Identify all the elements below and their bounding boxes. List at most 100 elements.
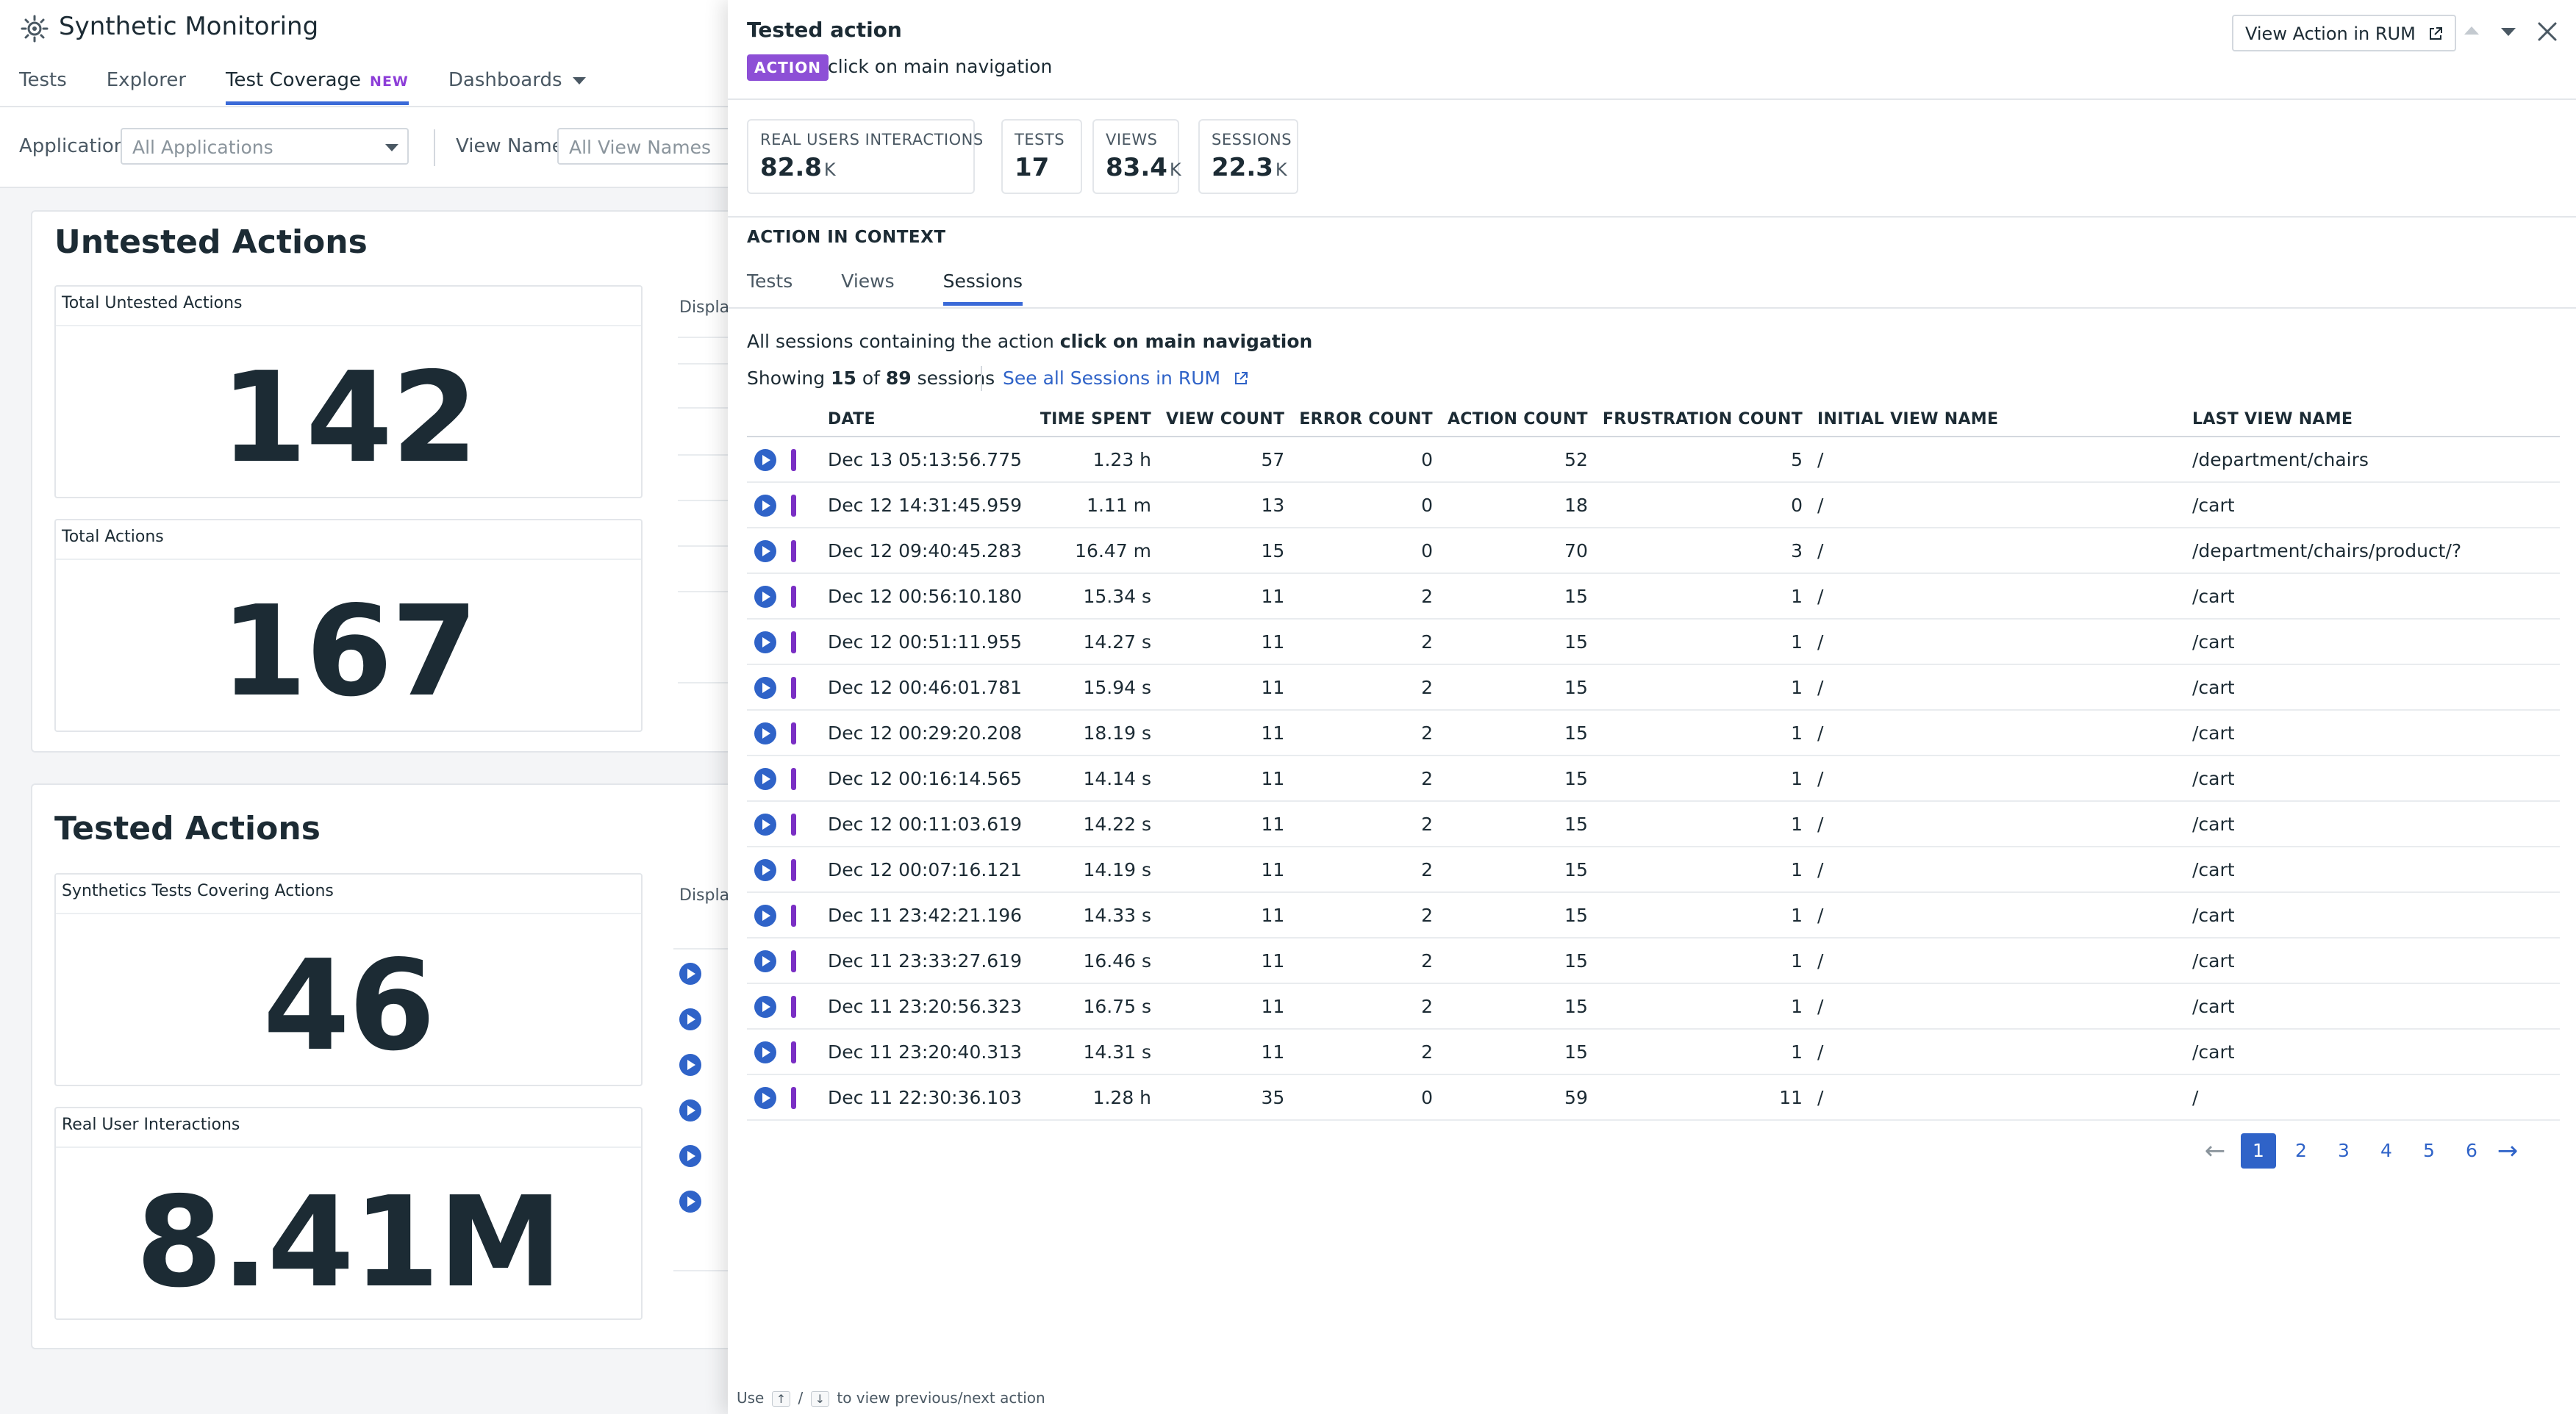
tab-dashboards[interactable]: Dashboards — [448, 69, 586, 105]
view-action-in-rum-button[interactable]: View Action in RUM — [2232, 15, 2457, 51]
cell-date: Dec 12 00:51:11.955 — [820, 619, 1030, 665]
cell-time-spent: 14.33 s — [1029, 892, 1159, 939]
tab-tests[interactable]: Tests — [19, 69, 67, 105]
cell-frustration-count: 1 — [1595, 1029, 1810, 1075]
synthetic-monitoring-app: Synthetic Monitoring Tests Explorer Test… — [0, 0, 741, 1414]
column-initial-view-name[interactable]: INITIAL VIEW NAME — [1810, 403, 2185, 437]
cell-initial-view-name: / — [1810, 756, 2185, 802]
cell-action-count: 15 — [1439, 756, 1595, 802]
cell-date: Dec 12 00:11:03.619 — [820, 801, 1030, 847]
cell-view-count: 35 — [1159, 1074, 1292, 1121]
display-label: Displa — [679, 886, 730, 905]
play-replay-icon[interactable] — [754, 950, 776, 972]
cell-action-count: 15 — [1439, 710, 1595, 756]
tested-actions-title: Tested Actions — [54, 810, 321, 847]
cell-time-spent: 14.27 s — [1029, 619, 1159, 665]
play-icon[interactable] — [679, 1145, 701, 1167]
column-view-count[interactable]: VIEW COUNT — [1159, 403, 1292, 437]
play-replay-icon[interactable] — [754, 767, 776, 790]
play-replay-icon[interactable] — [754, 722, 776, 744]
play-replay-icon[interactable] — [754, 858, 776, 881]
play-replay-icon[interactable] — [754, 813, 776, 836]
cell-view-count: 11 — [1159, 664, 1292, 711]
cell-date: Dec 11 23:33:27.619 — [820, 938, 1030, 984]
see-all-sessions-link[interactable]: See all Sessions in RUM — [1003, 367, 1248, 389]
column-date[interactable]: DATE — [820, 403, 1030, 437]
page-1-button[interactable]: 1 — [2241, 1133, 2276, 1169]
cell-initial-view-name: / — [1810, 710, 2185, 756]
row-controls — [747, 619, 820, 665]
showing-total-value: 89 — [885, 367, 912, 389]
cell-action-count: 15 — [1439, 619, 1595, 665]
close-icon[interactable] — [2536, 21, 2558, 43]
application-select[interactable]: All Applications — [121, 128, 409, 165]
page-6-button[interactable]: 6 — [2454, 1133, 2489, 1169]
tested-actions-section: Tested Actions Synthetics Tests Covering… — [31, 783, 740, 1349]
page-2-button[interactable]: 2 — [2283, 1133, 2319, 1169]
play-replay-icon[interactable] — [754, 448, 776, 471]
context-tabs-divider — [728, 307, 2576, 309]
context-tab-views[interactable]: Views — [841, 270, 894, 306]
column-action-count[interactable]: ACTION COUNT — [1439, 403, 1595, 437]
play-replay-icon[interactable] — [754, 904, 776, 927]
play-icon[interactable] — [679, 1191, 701, 1213]
table-row[interactable]: Dec 12 00:07:16.121 14.19 s 11 2 15 1//cart — [747, 847, 2560, 893]
tab-explorer-label: Explorer — [106, 69, 187, 91]
play-icon[interactable] — [679, 1099, 701, 1121]
next-action-arrow-down-icon[interactable] — [2501, 28, 2516, 36]
table-row[interactable]: Dec 11 23:20:56.323 16.75 s 11 2 15 1//cart — [747, 983, 2560, 1030]
play-icon[interactable] — [679, 1008, 701, 1030]
previous-action-arrow-up-icon[interactable] — [2464, 26, 2479, 35]
column-frustration-count[interactable]: FRUSTRATION COUNT — [1595, 403, 1810, 437]
table-row[interactable]: Dec 12 14:31:45.959 1.11 m 13 0 18 0//cart — [747, 482, 2560, 528]
play-icon[interactable] — [679, 1054, 701, 1076]
play-replay-icon[interactable] — [754, 676, 776, 699]
context-tab-sessions[interactable]: Sessions — [942, 270, 1023, 306]
cell-date: Dec 11 22:30:36.103 — [820, 1074, 1030, 1121]
play-replay-icon[interactable] — [754, 585, 776, 608]
table-row[interactable]: Dec 12 00:46:01.781 15.94 s 11 2 15 1//cart — [747, 664, 2560, 711]
play-replay-icon[interactable] — [754, 995, 776, 1018]
tab-explorer[interactable]: Explorer — [107, 69, 186, 105]
cell-initial-view-name: / — [1810, 892, 2185, 939]
table-row[interactable]: Dec 11 23:42:21.196 14.33 s 11 2 15 1//cart — [747, 892, 2560, 939]
cell-error-count: 2 — [1292, 573, 1440, 620]
view-name-select[interactable]: All View Names — [557, 128, 741, 165]
filter-separator — [434, 129, 435, 166]
table-row[interactable]: Dec 13 05:13:56.775 1.23 h 57 0 52 5//departm… — [747, 437, 2560, 483]
cell-error-count: 0 — [1292, 437, 1440, 483]
widget-divider — [56, 1146, 641, 1148]
table-row[interactable]: Dec 11 23:20:40.313 14.31 s 11 2 15 1//cart — [747, 1029, 2560, 1075]
row-controls — [747, 938, 820, 984]
table-row[interactable]: Dec 12 00:56:10.180 15.34 s 11 2 15 1//cart — [747, 573, 2560, 620]
play-replay-icon[interactable] — [754, 494, 776, 517]
table-header-row: DATE TIME SPENT VIEW COUNT ERROR COUNT A… — [747, 403, 2560, 437]
table-row[interactable]: Dec 12 00:16:14.565 14.14 s 11 2 15 1//cart — [747, 756, 2560, 802]
table-row[interactable]: Dec 12 00:11:03.619 14.22 s 11 2 15 1//cart — [747, 801, 2560, 847]
context-tab-tests[interactable]: Tests — [747, 270, 793, 306]
table-row[interactable]: Dec 12 00:29:20.208 18.19 s 11 2 15 1//cart — [747, 710, 2560, 756]
table-row[interactable]: Dec 11 23:33:27.619 16.46 s 11 2 15 1//cart — [747, 938, 2560, 984]
previous-page-arrow-icon[interactable]: ← — [2197, 1136, 2233, 1166]
page-3-button[interactable]: 3 — [2326, 1133, 2361, 1169]
table-row[interactable]: Dec 12 09:40:45.283 16.47 m 15 0 70 3//depart… — [747, 528, 2560, 574]
play-replay-icon[interactable] — [754, 631, 776, 653]
table-row[interactable]: Dec 11 22:30:36.103 1.28 h 35 0 59 11// — [747, 1074, 2560, 1121]
column-last-view-name[interactable]: LAST VIEW NAME — [2185, 403, 2560, 437]
play-replay-icon[interactable] — [754, 1041, 776, 1063]
page-4-button[interactable]: 4 — [2369, 1133, 2404, 1169]
play-replay-icon[interactable] — [754, 1086, 776, 1109]
total-actions-widget: Total Actions 167 — [54, 519, 643, 732]
page-5-button[interactable]: 5 — [2411, 1133, 2447, 1169]
column-time-spent[interactable]: TIME SPENT — [1029, 403, 1159, 437]
table-row[interactable]: Dec 12 00:51:11.955 14.27 s 11 2 15 1//cart — [747, 619, 2560, 665]
column-error-count[interactable]: ERROR COUNT — [1292, 403, 1440, 437]
next-page-arrow-icon[interactable]: → — [2489, 1136, 2526, 1166]
play-replay-icon[interactable] — [754, 539, 776, 562]
tab-test-coverage[interactable]: Test Coverage NEW — [226, 69, 409, 105]
description-action-name: click on main navigation — [1059, 331, 1313, 352]
panel-title: Tested action — [747, 18, 902, 42]
cell-action-count: 15 — [1439, 847, 1595, 893]
play-icon[interactable] — [679, 963, 701, 985]
session-type-indicator — [791, 494, 796, 517]
